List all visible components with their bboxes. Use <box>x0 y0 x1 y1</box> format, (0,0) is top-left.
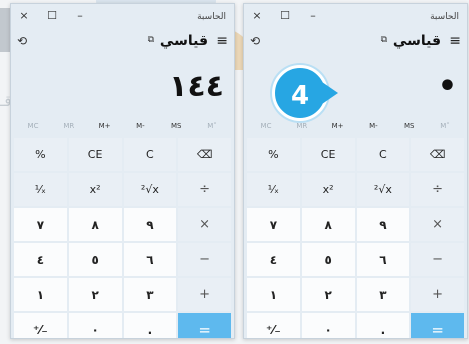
title-bar: × ☐ – الحاسبة <box>244 4 467 32</box>
digit-1-key[interactable]: ١ <box>247 278 300 311</box>
memory-recall-button[interactable]: MR <box>54 115 84 137</box>
memory-store-button[interactable]: MS <box>394 115 424 137</box>
digit-3-key[interactable]: ٣ <box>356 278 410 311</box>
digit-8-key[interactable]: ٨ <box>301 208 355 241</box>
subtract-key[interactable]: − <box>178 243 231 276</box>
memory-list-button[interactable]: M˅ <box>197 115 227 137</box>
backspace-key[interactable]: ⌫ <box>178 138 231 171</box>
add-key[interactable]: + <box>411 278 464 311</box>
step-callout-pointer <box>322 82 338 104</box>
multiply-key[interactable]: × <box>178 208 231 241</box>
equals-key[interactable]: = <box>178 313 231 338</box>
minimize-button[interactable]: – <box>73 9 87 23</box>
negate-key[interactable]: ⁺⁄₋ <box>247 313 300 338</box>
step-callout-badge: 4 <box>272 65 328 121</box>
digit-6-key[interactable]: ٦ <box>123 243 177 276</box>
memory-clear-button[interactable]: MC <box>251 115 281 137</box>
digit-0-key[interactable]: ٠ <box>68 313 122 338</box>
maximize-button[interactable]: ☐ <box>45 9 59 23</box>
close-button[interactable]: × <box>250 9 264 23</box>
menu-icon[interactable]: ≡ <box>449 33 461 49</box>
decimal-key[interactable]: . <box>123 313 177 338</box>
reciprocal-key[interactable]: ¹⁄ₓ <box>247 173 300 206</box>
digit-2-key[interactable]: ٢ <box>301 278 355 311</box>
percent-key[interactable]: % <box>247 138 300 171</box>
app-title: الحاسبة <box>430 12 459 22</box>
history-icon[interactable]: ⟲ <box>17 34 27 48</box>
backspace-key[interactable]: ⌫ <box>411 138 464 171</box>
keypad: % CE C ⌫ ¹⁄ₓ x² ²√x ÷ ٧ ٨ ٩ × ٤ ٥ ٦− ١ ٢ ٣ + ⁺⁄₋ ٠. = <box>14 138 231 338</box>
mode-title: قياسي <box>392 33 441 49</box>
memory-add-button[interactable]: M+ <box>90 115 120 137</box>
multiply-key[interactable]: × <box>411 208 464 241</box>
memory-clear-button[interactable]: MC <box>18 115 48 137</box>
digit-1-key[interactable]: ١ <box>14 278 67 311</box>
digit-4-key[interactable]: ٤ <box>14 243 67 276</box>
clear-entry-key[interactable]: CE <box>68 138 122 171</box>
digit-9-key[interactable]: ٩ <box>123 208 177 241</box>
negate-key[interactable]: ⁺⁄₋ <box>14 313 67 338</box>
decimal-key[interactable]: . <box>356 313 410 338</box>
memory-subtract-button[interactable]: M- <box>125 115 155 137</box>
close-button[interactable]: × <box>17 9 31 23</box>
square-key[interactable]: x² <box>301 173 355 206</box>
title-bar: × ☐ – الحاسبة <box>11 4 234 32</box>
memory-row: MC MR M+ M- MS M˅ <box>247 115 464 137</box>
add-key[interactable]: + <box>178 278 231 311</box>
keep-on-top-icon[interactable]: ⧉ <box>148 35 154 45</box>
divide-key[interactable]: ÷ <box>178 173 231 206</box>
maximize-button[interactable]: ☐ <box>278 9 292 23</box>
memory-store-button[interactable]: MS <box>161 115 191 137</box>
square-key[interactable]: x² <box>68 173 122 206</box>
memory-list-button[interactable]: M˅ <box>430 115 460 137</box>
mode-bar: ⟲ ⧉ قياسي ≡ <box>11 32 234 54</box>
digit-7-key[interactable]: ٧ <box>247 208 300 241</box>
app-title: الحاسبة <box>197 12 226 22</box>
clear-key[interactable]: C <box>356 138 410 171</box>
digit-6-key[interactable]: ٦ <box>356 243 410 276</box>
percent-key[interactable]: % <box>14 138 67 171</box>
calculator-window-left: × ☐ – الحاسبة ⟲ ⧉ قياسي ≡ ١٤٤ MC MR M+ M- MS… <box>10 3 235 339</box>
square-root-key[interactable]: ²√x <box>123 173 177 206</box>
memory-row: MC MR M+ M- MS M˅ <box>14 115 231 137</box>
digit-5-key[interactable]: ٥ <box>301 243 355 276</box>
digit-3-key[interactable]: ٣ <box>123 278 177 311</box>
result-display: ١٤٤ <box>169 69 224 104</box>
memory-add-button[interactable]: M+ <box>323 115 353 137</box>
calculator-window-right: × ☐ – الحاسبة ⟲ ⧉ قياسي ≡ • MC MR M+ M- MS M˅… <box>243 3 468 339</box>
keep-on-top-icon[interactable]: ⧉ <box>381 35 387 45</box>
digit-8-key[interactable]: ٨ <box>68 208 122 241</box>
mode-bar: ⟲ ⧉ قياسي ≡ <box>244 32 467 54</box>
digit-0-key[interactable]: ٠ <box>301 313 355 338</box>
digit-7-key[interactable]: ٧ <box>14 208 67 241</box>
clear-entry-key[interactable]: CE <box>301 138 355 171</box>
reciprocal-key[interactable]: ¹⁄ₓ <box>14 173 67 206</box>
digit-9-key[interactable]: ٩ <box>356 208 410 241</box>
equals-key[interactable]: = <box>411 313 464 338</box>
digit-2-key[interactable]: ٢ <box>68 278 122 311</box>
history-icon[interactable]: ⟲ <box>250 34 260 48</box>
subtract-key[interactable]: − <box>411 243 464 276</box>
digit-4-key[interactable]: ٤ <box>247 243 300 276</box>
menu-icon[interactable]: ≡ <box>216 33 228 49</box>
square-root-key[interactable]: ²√x <box>356 173 410 206</box>
keypad: % CE C ⌫ ¹⁄ₓ x² ²√x ÷ ٧ ٨ ٩ × ٤ ٥ ٦− ١ ٢ ٣ + ⁺⁄₋ ٠. = <box>247 138 464 338</box>
mode-title: قياسي <box>159 33 208 49</box>
divide-key[interactable]: ÷ <box>411 173 464 206</box>
minimize-button[interactable]: – <box>306 9 320 23</box>
clear-key[interactable]: C <box>123 138 177 171</box>
memory-subtract-button[interactable]: M- <box>358 115 388 137</box>
digit-5-key[interactable]: ٥ <box>68 243 122 276</box>
